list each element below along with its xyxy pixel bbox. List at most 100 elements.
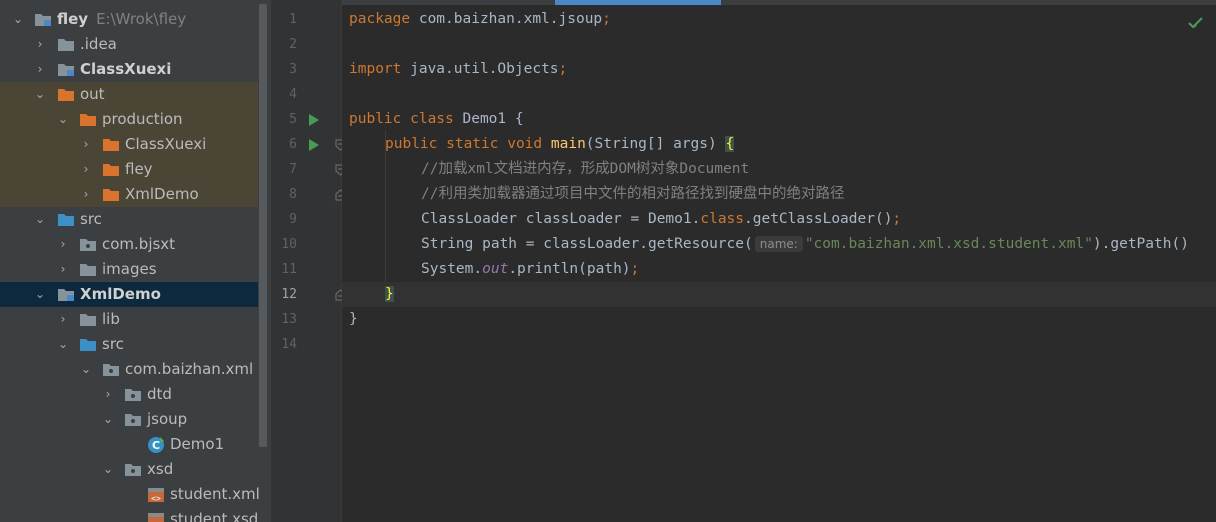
tree-item-out-fley[interactable]: › fley [0,157,258,182]
tree-item-label: student.xml [170,485,260,503]
line-number: 10 [281,237,297,252]
chevron-right-icon[interactable]: › [33,32,47,57]
tree-item-label: out [80,85,105,103]
tree-root-label: fley E:\Wrok\fley [57,7,186,32]
active-tab-indicator[interactable] [555,0,721,5]
tree-item-com-bjsxt[interactable]: › com.bjsxt [0,232,258,257]
code-line-12: } [342,282,1216,307]
tree-scrollbar[interactable] [259,4,267,447]
code-line-6: public static void main(String[] args) { [342,132,1216,157]
tree-item-xmldemo-module[interactable]: ⌄ XmlDemo [0,282,258,307]
tree-item-com-baizhan-xml[interactable]: ⌄ com.baizhan.xml [0,357,258,382]
tree-root-fley[interactable]: ⌄ fley E:\Wrok\fley [0,7,258,32]
chevron-down-icon[interactable]: ⌄ [101,457,115,482]
code-line-3: import java.util.Objects; [342,57,1216,82]
run-main-icon[interactable] [309,132,321,157]
code-line-9: ClassLoader classLoader = Demo1.class.ge… [342,207,1216,232]
chevron-right-icon[interactable]: › [101,382,115,407]
line-number: 4 [289,87,297,102]
chevron-right-icon[interactable]: › [79,157,93,182]
semicolon: ; [630,261,640,277]
tree-item-xmldemo-src[interactable]: ⌄ src [0,332,258,357]
code-text: System. [421,261,483,277]
tree-item-label: Demo1 [170,435,225,453]
semicolon: ; [892,211,902,227]
tree-item-production[interactable]: ⌄ production [0,107,258,132]
tree-item-lib[interactable]: › lib [0,307,258,332]
module-folder-icon [57,282,75,307]
folder-icon [79,257,97,282]
package-folder-icon [124,407,142,432]
tree-item-label: dtd [147,385,172,403]
editor-tab-strip [342,0,1216,5]
parameter-hint: name: [754,236,803,252]
chevron-down-icon[interactable]: ⌄ [33,282,47,307]
tree-item-demo1[interactable]: C Demo1 [0,432,258,457]
tree-item-out-xmldemo[interactable]: › XmlDemo [0,182,258,207]
tree-item-out-classxuexi[interactable]: › ClassXuexi [0,132,258,157]
string-literal: "com.baizhan.xml.xsd.student.xml" [804,236,1093,252]
svg-text:<>: <> [151,494,161,503]
tree-item-label: production [102,110,183,128]
tree-item-label: .idea [80,35,117,53]
tree-item-images[interactable]: › images [0,257,258,282]
line-number: 3 [289,62,297,77]
line-number: 5 [289,112,297,127]
tree-item-student-xml[interactable]: <> student.xml [0,482,260,507]
chevron-down-icon[interactable]: ⌄ [56,332,70,357]
inspection-ok-icon[interactable] [1188,14,1204,33]
run-class-icon[interactable] [309,107,321,132]
xsd-file-icon [147,507,165,522]
tree-item-xsd[interactable]: ⌄ xsd [0,457,258,482]
root-path: E:\Wrok\fley [96,10,187,28]
package-name: com.baizhan.xml.jsoup [410,11,603,27]
comment: //加载xml文档进内存，形成DOM树对象Document [421,161,750,177]
module-folder-icon [34,7,52,32]
class-declaration: Demo1 { [453,111,524,127]
import-name: java.util.Objects [401,61,559,77]
matched-brace-close: } [385,286,394,302]
tree-item-out[interactable]: ⌄ out [0,82,258,107]
line-number: 8 [289,187,297,202]
keyword-class: class [700,211,745,227]
chevron-right-icon[interactable]: › [56,232,70,257]
editor-gutter[interactable]: 1 2 3 4 5 6 7 8 9 10 11 12 13 14 [271,0,346,522]
static-field: out [482,261,509,277]
line-number: 11 [281,262,297,277]
code-editor[interactable]: package com.baizhan.xml.jsoup; import ja… [342,0,1216,522]
chevron-right-icon[interactable]: › [79,132,93,157]
tree-item-label: src [80,210,102,228]
chevron-down-icon[interactable]: ⌄ [79,357,93,382]
xml-file-icon: <> [147,482,165,507]
chevron-down-icon[interactable]: ⌄ [33,207,47,232]
keyword-package: package [349,11,411,27]
chevron-down-icon[interactable]: ⌄ [33,82,47,107]
project-tree-panel: ⌄ fley E:\Wrok\fley › .idea › ClassXuexi … [0,0,271,522]
tree-item-jsoup[interactable]: ⌄ jsoup [0,407,258,432]
java-class-icon: C [147,432,165,457]
chevron-down-icon[interactable]: ⌄ [56,107,70,132]
chevron-down-icon[interactable]: ⌄ [101,407,115,432]
code-line-8: //利用类加载器通过项目中文件的相对路径找到硬盘中的绝对路径 [342,182,1216,207]
code-line-11: System.out.println(path); [342,257,1216,282]
tree-item-student-xsd[interactable]: student.xsd [0,507,258,522]
chevron-down-icon[interactable]: ⌄ [11,7,25,32]
line-number: 7 [289,162,297,177]
excluded-folder-icon [102,157,120,182]
tree-item-idea[interactable]: › .idea [0,32,258,57]
code-line-10: String path = classLoader.getResource(na… [342,232,1216,257]
chevron-right-icon[interactable]: › [56,307,70,332]
tree-item-src[interactable]: ⌄ src [0,207,258,232]
package-folder-icon [102,357,120,382]
tree-item-label: ClassXuexi [80,60,172,78]
excluded-folder-icon [102,132,120,157]
code-line-1: package com.baizhan.xml.jsoup; [342,7,1216,32]
module-folder-icon [57,57,75,82]
tree-item-classxuexi[interactable]: › ClassXuexi [0,57,258,82]
tree-item-dtd[interactable]: › dtd [0,382,258,407]
chevron-right-icon[interactable]: › [56,257,70,282]
code-text: String path = classLoader.getResource( [421,236,753,252]
chevron-right-icon[interactable]: › [33,57,47,82]
tree-item-label: com.bjsxt [102,235,176,253]
chevron-right-icon[interactable]: › [79,182,93,207]
